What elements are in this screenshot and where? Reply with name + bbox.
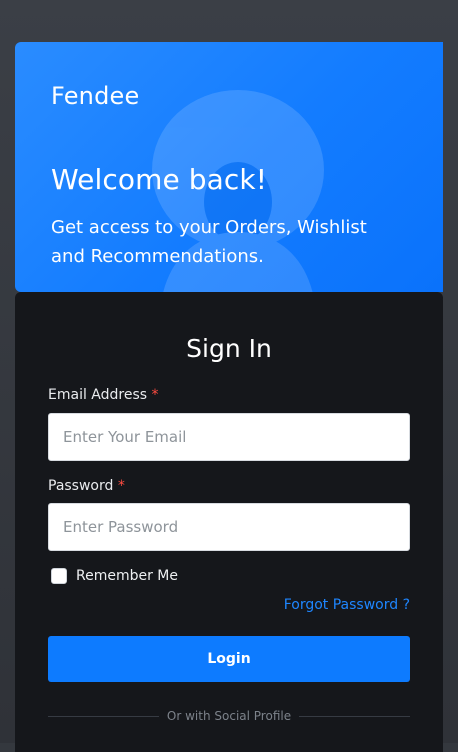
divider-line-left <box>48 715 159 717</box>
signin-title: Sign In <box>186 334 272 363</box>
password-input[interactable] <box>48 503 410 551</box>
forgot-password-link[interactable]: Forgot Password ? <box>284 597 410 613</box>
signin-panel: Sign In Email Address * Password * Remem… <box>15 292 443 752</box>
page-background: Fendee Welcome back! Get access to your … <box>0 0 458 752</box>
password-label: Password * <box>48 478 125 494</box>
email-label: Email Address * <box>48 387 159 403</box>
password-required-mark: * <box>117 478 125 494</box>
login-button[interactable]: Login <box>48 636 410 682</box>
remember-me-label: Remember Me <box>76 568 178 584</box>
remember-me-row[interactable]: Remember Me <box>51 568 178 584</box>
brand-name: Fendee <box>51 82 140 110</box>
password-label-text: Password <box>48 478 114 494</box>
hero-subtitle: Get access to your Orders, Wishlist and … <box>51 217 367 267</box>
social-divider: Or with Social Profile <box>48 709 411 723</box>
login-card: Fendee Welcome back! Get access to your … <box>15 42 443 752</box>
email-input[interactable] <box>48 413 410 461</box>
social-divider-label: Or with Social Profile <box>166 709 292 723</box>
email-label-text: Email Address <box>48 387 148 403</box>
hero-banner: Fendee Welcome back! Get access to your … <box>15 42 443 292</box>
email-required-mark: * <box>151 387 159 403</box>
hero-title: Welcome back! <box>51 163 268 196</box>
remember-me-checkbox[interactable] <box>51 568 67 584</box>
divider-line-right <box>299 715 411 717</box>
